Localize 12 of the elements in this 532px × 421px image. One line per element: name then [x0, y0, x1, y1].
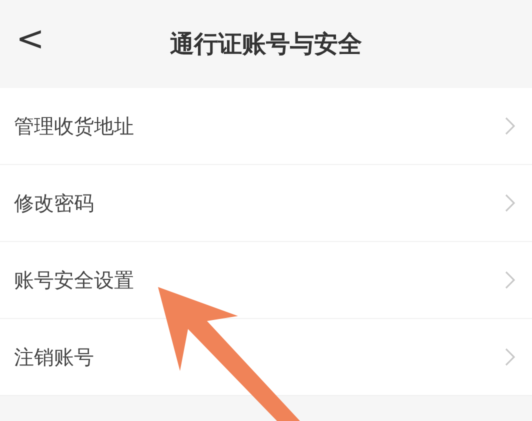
row-label: 注销账号 — [14, 344, 94, 370]
row-label: 修改密码 — [14, 190, 94, 216]
page-title: 通行证账号与安全 — [170, 29, 362, 60]
settings-row[interactable]: 管理收货地址 — [0, 88, 532, 165]
chevron-right-icon — [504, 347, 516, 367]
chevron-right-icon — [504, 116, 516, 136]
back-button[interactable]: < — [10, 22, 50, 56]
row-label: 管理收货地址 — [14, 112, 134, 140]
chevron-right-icon — [504, 270, 516, 290]
settings-row[interactable]: 修改密码 — [0, 165, 532, 242]
row-label: 账号安全设置 — [14, 266, 134, 294]
chevron-right-icon — [504, 193, 516, 213]
